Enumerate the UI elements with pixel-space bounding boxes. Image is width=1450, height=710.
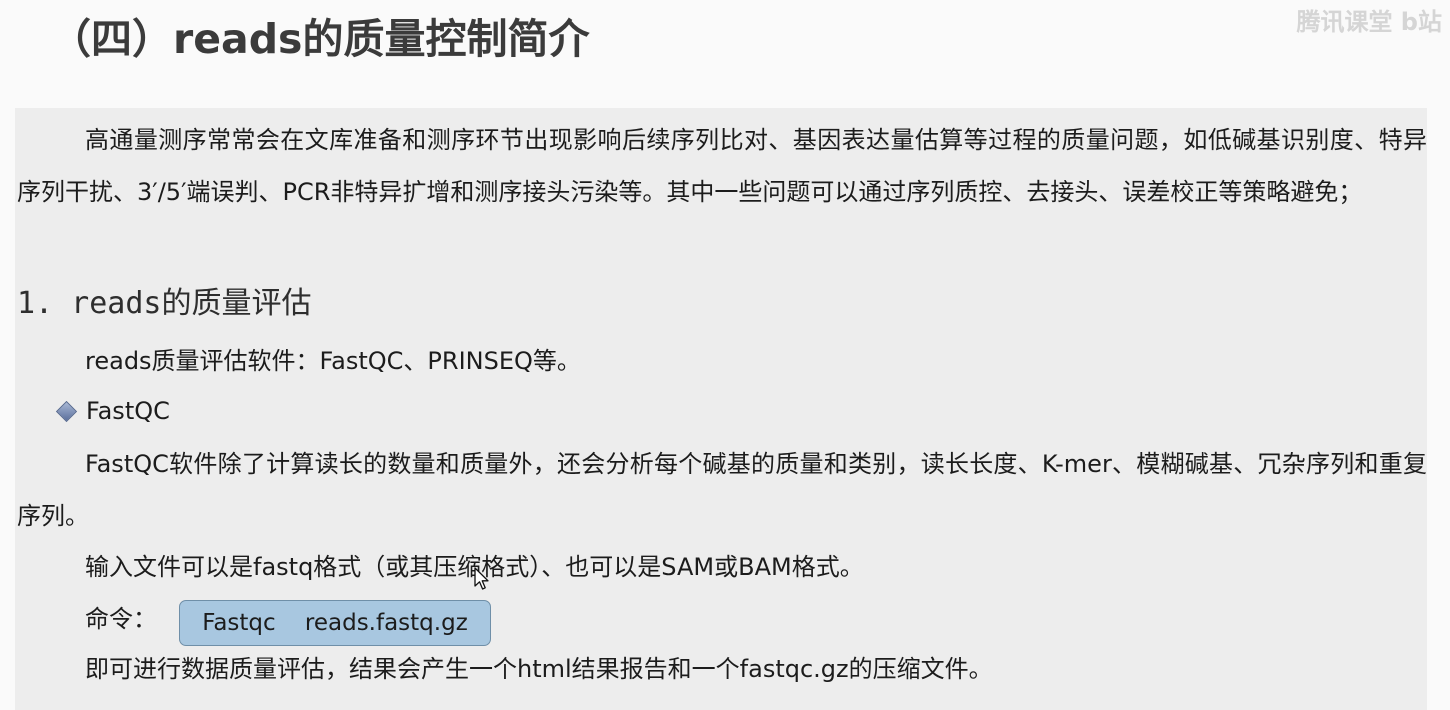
- watermark-logo: 腾讯课堂 b站: [1296, 8, 1442, 36]
- section-heading: 1. reads的质量评估: [17, 286, 312, 321]
- slide-title: （四）reads的质量控制简介: [50, 15, 590, 63]
- fastqc-bullet: FastQC: [55, 394, 170, 428]
- command-label: 命令：: [85, 605, 157, 633]
- tools-line: reads质量评估软件：FastQC、PRINSEQ等。: [85, 347, 581, 375]
- command-box: Fastqc reads.fastq.gz: [179, 600, 491, 646]
- intro-paragraph: 高通量测序常常会在文库准备和测序环节出现影响后续序列比对、基因表达量估算等过程的…: [17, 126, 1427, 206]
- result-line: 即可进行数据质量评估，结果会产生一个html结果报告和一个fastqc.gz的压…: [85, 655, 993, 683]
- content-panel: 高通量测序常常会在文库准备和测序环节出现影响后续序列比对、基因表达量估算等过程的…: [15, 108, 1427, 710]
- mouse-pointer-icon: [474, 567, 489, 590]
- diamond-bullet-icon: [55, 400, 78, 422]
- fastqc-paragraph: FastQC软件除了计算读长的数量和质量外，还会分析每个碱基的质量和类别，读长长…: [17, 450, 1427, 530]
- bullet-label: FastQC: [86, 397, 170, 425]
